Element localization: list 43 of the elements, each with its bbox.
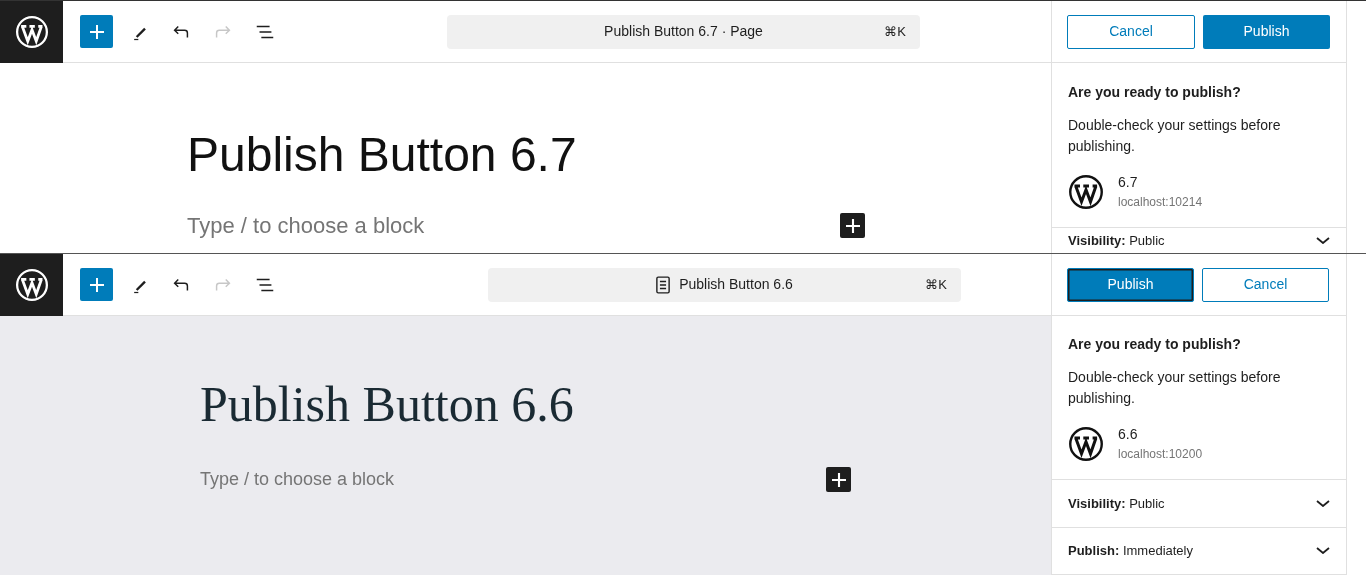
plus-icon [845, 218, 860, 233]
wordpress-logo-icon [1068, 425, 1104, 462]
section-label: Visibility: Public [1068, 494, 1165, 513]
keyboard-shortcut: ⌘K [884, 22, 906, 41]
document-title: Publish Button 6.6 [679, 275, 793, 294]
add-block-button[interactable] [840, 213, 865, 238]
block-placeholder[interactable]: Type / to choose a block [187, 209, 840, 242]
panel-section-toggle[interactable]: Visibility: Public [1052, 479, 1346, 527]
site-name: 6.7 [1118, 173, 1139, 192]
plus-icon [89, 277, 104, 292]
publish-button[interactable]: Publish [1203, 14, 1330, 49]
chevron-down-icon [1316, 547, 1330, 555]
chevron-down-icon [1316, 237, 1330, 244]
document-title: Publish Button 6.7 · Page [604, 22, 763, 41]
chevron-down-icon [1316, 499, 1330, 507]
command-bar[interactable]: Publish Button 6.7 · Page ⌘K [447, 14, 920, 49]
plus-icon [831, 472, 846, 487]
panel-description: Double-check your settings before publishing. [1068, 116, 1282, 156]
publish-button[interactable]: Publish [1067, 267, 1194, 302]
section-label: Visibility: Public [1068, 231, 1165, 250]
panel-section-toggle[interactable]: Publish: Immediately [1052, 526, 1346, 574]
add-block-button[interactable] [826, 467, 851, 492]
panel-description: Double-check your settings before publishing. [1068, 368, 1282, 408]
panel-section-toggle[interactable]: Visibility: Public [1052, 227, 1346, 253]
panel-heading: Are you ready to publish? [1068, 83, 1242, 102]
wordpress-logo-icon [1068, 173, 1104, 210]
site-logo-button[interactable] [0, 254, 63, 316]
block-placeholder[interactable]: Type / to choose a block [200, 466, 826, 493]
wordpress-logo-icon [14, 267, 49, 302]
plus-icon [89, 24, 104, 39]
site-logo-button[interactable] [0, 1, 63, 63]
command-bar[interactable]: Publish Button 6.6 ⌘K [488, 267, 961, 302]
cancel-button[interactable]: Cancel [1202, 267, 1329, 302]
panel-heading: Are you ready to publish? [1068, 335, 1242, 354]
site-url: localhost:10200 [1118, 446, 1203, 463]
post-title[interactable]: Publish Button 6.7 [187, 127, 1051, 183]
wordpress-logo-icon [14, 14, 49, 49]
cancel-button[interactable]: Cancel [1067, 14, 1195, 49]
site-url: localhost:10214 [1118, 194, 1203, 211]
section-label: Publish: Immediately [1068, 542, 1193, 560]
site-name: 6.6 [1118, 425, 1139, 444]
keyboard-shortcut: ⌘K [925, 275, 947, 294]
post-title[interactable]: Publish Button 6.6 [200, 376, 1051, 432]
